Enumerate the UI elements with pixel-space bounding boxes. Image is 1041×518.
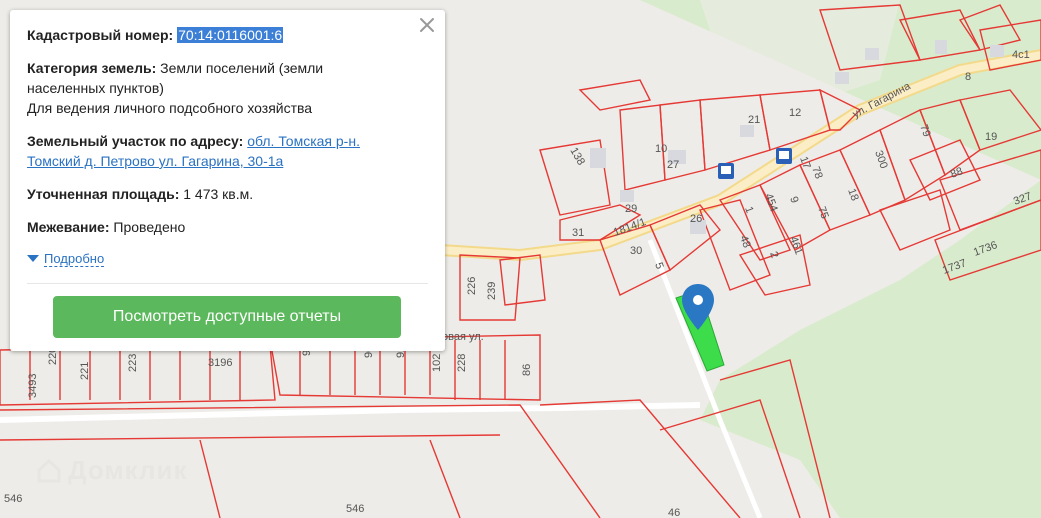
survey-row: Межевание: Проведено [27, 217, 428, 237]
survey-label: Межевание: [27, 219, 110, 235]
area-row: Уточненная площадь: 1 473 кв.м. [27, 184, 428, 204]
category-label: Категория земель: [27, 60, 157, 76]
domclick-logo-icon [37, 458, 61, 482]
parcel-label-40: 221 [79, 362, 91, 380]
parcel-label-2: 12 [789, 107, 801, 119]
parcel-label-36: 102 [431, 354, 443, 372]
area-label: Уточненная площадь: [27, 186, 180, 202]
parcel-label-3: 21 [748, 114, 760, 126]
domclick-watermark: Домклик [36, 455, 187, 486]
details-link[interactable]: Подробно [44, 251, 105, 267]
street-label-2: овая ул. [442, 331, 484, 343]
category-value-line1: Земли поселений (земли [160, 60, 324, 76]
parcel-label-9: 30 [630, 245, 642, 257]
watermark-text: Домклик [68, 455, 188, 485]
panel-divider [27, 283, 428, 284]
close-icon[interactable] [417, 15, 437, 35]
area-value: 1 473 кв.м. [183, 186, 254, 202]
parcel-label-37: 228 [456, 354, 468, 372]
parcel-label-7: 29 [625, 203, 637, 215]
parcel-label-39: 223 [127, 354, 139, 372]
parcel-label-30: 226 [466, 277, 478, 295]
address-link-line2[interactable]: Томский д. Петрово ул. Гагарина, 30-1а [27, 153, 283, 169]
parcel-label-45: 46 [668, 507, 680, 518]
bus-stop-icon[interactable] [718, 163, 734, 179]
caret-down-icon [27, 255, 39, 262]
category-value-line2: населенных пунктов) [27, 80, 164, 96]
parcel-label-6: 26 [690, 213, 702, 225]
address-label: Земельный участок по адресу: [27, 133, 244, 149]
parcel-label-43: 546 [4, 493, 22, 505]
parcel-label-4: 10 [655, 143, 667, 155]
survey-value: Проведено [113, 219, 186, 235]
parcel-label-0: 4с1 [1012, 49, 1030, 61]
parcel-label-5: 27 [667, 159, 679, 171]
category-value-line3: Для ведения личного подсобного хозяйства [27, 100, 313, 116]
parcel-info-panel: Кадастровый номер: 70:14:0116001:6 Катег… [10, 10, 445, 351]
parcel-label-31: 239 [486, 282, 498, 300]
address-link-line1[interactable]: обл. Томская р-н. [247, 133, 360, 149]
parcel-label-38: 86 [521, 364, 533, 376]
cadastral-label: Кадастровый номер: [27, 27, 174, 43]
address-row: Земельный участок по адресу: обл. Томска… [27, 131, 428, 171]
bus-stop-icon-2[interactable] [776, 148, 792, 164]
cadastral-number-row: Кадастровый номер: 70:14:0116001:6 [27, 25, 428, 45]
parcel-label-23: 19 [985, 131, 997, 143]
parcel-label-42: 3493 [27, 374, 39, 398]
parcel-label-44: 546 [346, 503, 364, 515]
parcel-label-32: 3196 [208, 357, 232, 369]
cadastral-value[interactable]: 70:14:0116001:6 [177, 27, 284, 43]
parcel-label-1: 8 [965, 71, 971, 83]
view-reports-button[interactable]: Посмотреть доступные отчеты [53, 296, 401, 338]
parcel-label-8: 31 [572, 227, 584, 239]
details-toggle[interactable]: Подробно [27, 251, 105, 267]
land-category-row: Категория земель: Земли поселений (земли… [27, 58, 428, 118]
